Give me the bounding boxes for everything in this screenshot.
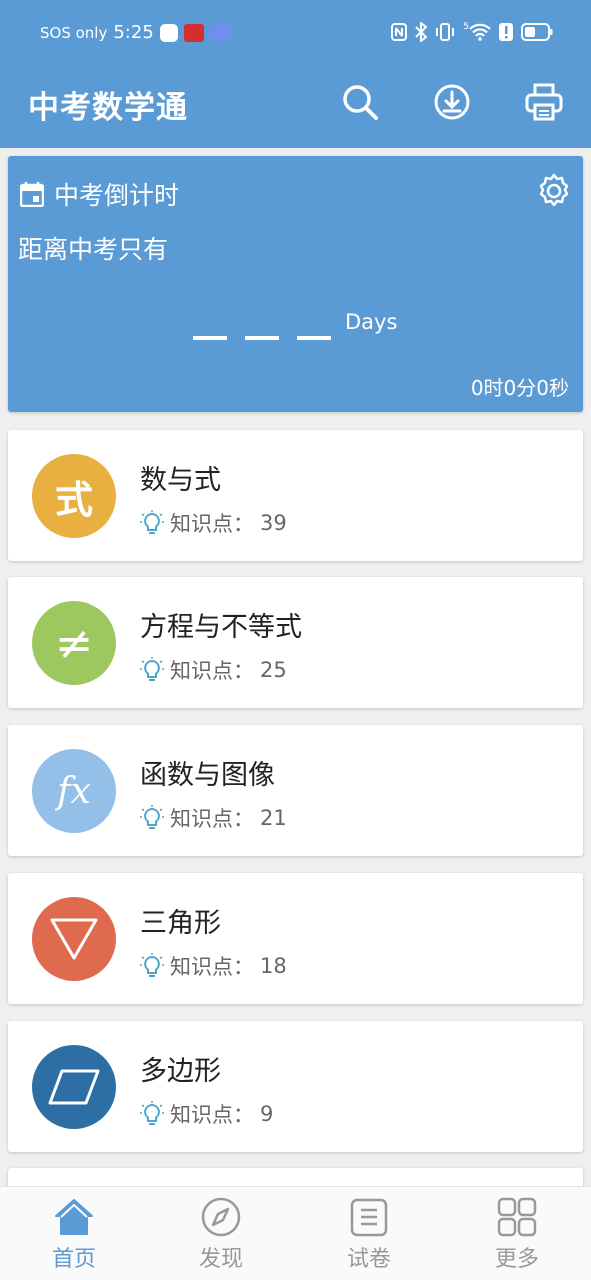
nav-papers[interactable]: 试卷 [319,1197,419,1273]
status-time: 5:25 [113,22,154,43]
topic-icon-badge: 式 [32,454,116,538]
news-app-icon [183,23,204,42]
topic-name: 函数与图像 [140,760,275,791]
function-icon: fx [57,770,91,812]
topic-icon-badge: fx [32,749,116,833]
triangle-icon [50,918,98,960]
nfc-icon [391,23,408,41]
topic-name: 方程与不等式 [140,612,302,643]
status-bar: SOS only 5:25 5 [0,0,591,64]
nav-papers-label: 试卷 [346,1247,391,1272]
knowledge-count: 18 [260,954,287,978]
remaining-time: 0时0分0秒 [470,376,569,400]
search-icon [343,85,378,120]
exam-countdown-card[interactable]: 中考倒计时 距离中考只有 Days 0时0分0秒 [8,156,583,412]
topic-card-equations[interactable]: ≠ 方程与不等式 知识点： 25 [8,577,583,708]
status-left: SOS only 5:25 [40,22,230,43]
lightbulb-icon [140,510,164,534]
topic-icon-badge [32,1045,116,1129]
search-button[interactable] [340,82,380,122]
knowledge-count: 9 [260,1102,274,1126]
lightbulb-icon [140,657,164,681]
status-right: 5 [391,22,553,42]
topic-card-polygons[interactable]: 多边形 知识点： 9 [8,1021,583,1152]
knowledge-label: 知识点： [170,807,254,831]
home-icon [55,1199,93,1235]
lightbulb-icon [140,1101,164,1125]
knowledge-label: 知识点： [170,955,254,979]
knowledge-count: 21 [260,806,287,830]
shield-app-icon [159,23,178,42]
compass-icon [201,1197,241,1237]
paper-icon [350,1198,388,1237]
alert-icon [499,23,513,41]
countdown-title: 中考倒计时 [54,181,180,210]
topic-name: 三角形 [140,908,221,939]
topic-card-numbers[interactable]: 式 数与式 知识点： 39 [8,430,583,561]
knowledge-label: 知识点： [170,659,254,683]
app-title: 中考数学通 [28,90,188,126]
nav-home-label: 首页 [51,1247,96,1272]
topic-meta: 知识点： 39 [140,508,287,538]
countdown-settings-button[interactable] [535,172,573,210]
vibrate-icon [436,23,455,41]
knowledge-label: 知识点： [170,1103,254,1127]
knowledge-count: 25 [260,658,287,682]
countdown-header: 中考倒计时 [20,176,179,212]
print-icon [525,83,563,121]
nav-more[interactable]: 更多 [467,1197,567,1273]
topic-meta: 知识点： 18 [140,951,287,981]
app-bar: 中考数学通 [0,64,591,148]
not-equal-icon: ≠ [54,616,94,670]
topic-icon-badge [32,897,116,981]
topic-card-triangles[interactable]: 三角形 知识点： 18 [8,873,583,1004]
calendar-icon [20,182,44,207]
print-button[interactable] [524,82,564,122]
download-icon [434,84,470,120]
battery-icon [521,23,553,41]
nav-discover-label: 发现 [198,1247,243,1272]
gear-icon [539,173,569,207]
wifi-group: 5 [463,23,491,41]
nav-discover[interactable]: 发现 [171,1197,271,1273]
wifi-icon [469,23,491,41]
mail-app-icon [209,23,230,42]
days-unit: Days [345,310,398,334]
days-digit-placeholders [193,336,331,340]
parallelogram-icon [48,1069,100,1105]
lightbulb-icon [140,953,164,977]
grid-icon [497,1197,537,1237]
bluetooth-icon [415,22,428,42]
topic-icon-badge: ≠ [32,601,116,685]
topic-meta: 知识点： 21 [140,803,287,833]
topic-meta: 知识点： 9 [140,1099,273,1129]
topic-name: 多边形 [140,1056,221,1087]
carrier-text: SOS only [40,23,108,42]
nav-home[interactable]: 首页 [24,1197,124,1273]
topic-name: 数与式 [140,465,221,496]
topic-card-functions[interactable]: fx 函数与图像 知识点： 21 [8,725,583,856]
countdown-subtitle: 距离中考只有 [18,235,169,264]
nav-more-label: 更多 [494,1247,539,1272]
formula-icon: 式 [54,477,93,522]
knowledge-label: 知识点： [170,512,254,536]
bottom-navigation: 首页 发现 试卷 更多 [0,1186,591,1280]
knowledge-count: 39 [260,511,287,535]
topic-meta: 知识点： 25 [140,655,287,685]
lightbulb-icon [140,805,164,829]
download-button[interactable] [432,82,472,122]
